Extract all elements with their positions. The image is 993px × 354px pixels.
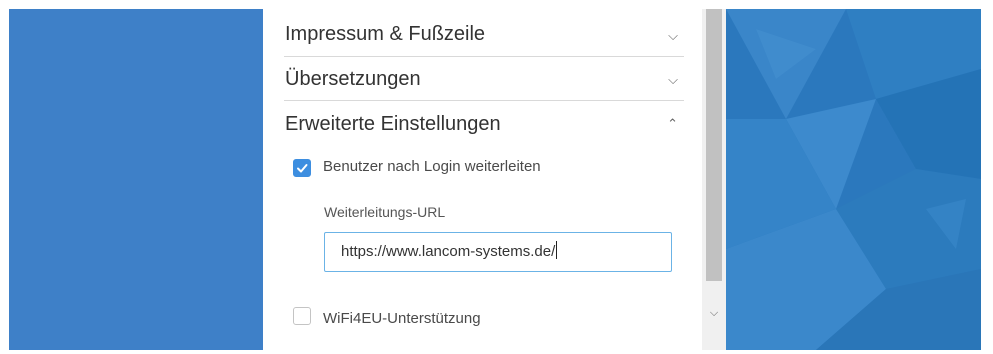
chevron-down-icon[interactable]: ⌵ [668, 29, 678, 44]
settings-panel: Impressum & Fußzeile ⌵ Übersetzungen ⌵ E… [263, 9, 702, 350]
background-right [726, 9, 981, 350]
section-impressum[interactable]: Impressum & Fußzeile ⌵ [284, 9, 684, 57]
chevron-up-icon[interactable]: ⌃ [667, 117, 678, 132]
scrollbar-thumb[interactable] [706, 9, 722, 281]
text-caret [556, 241, 558, 259]
section-title: Übersetzungen [285, 68, 421, 90]
section-translations[interactable]: Übersetzungen ⌵ [284, 56, 684, 101]
redirect-url-value: https://www.lancom-systems.de/ [341, 243, 556, 260]
section-title: Erweiterte Einstellungen [285, 113, 501, 135]
section-advanced[interactable]: Erweiterte Einstellungen ⌃ [284, 100, 684, 144]
scroll-down-arrow-icon[interactable]: ⌵ [702, 305, 726, 321]
wifi4eu-checkbox[interactable] [293, 307, 311, 325]
app-window: Impressum & Fußzeile ⌵ Übersetzungen ⌵ E… [9, 9, 981, 350]
panel-scrollbar[interactable]: ⌵ [702, 9, 726, 350]
redirect-checkbox-label[interactable]: Benutzer nach Login weiterleiten [323, 158, 541, 175]
section-title: Impressum & Fußzeile [285, 23, 486, 45]
wifi4eu-checkbox-label[interactable]: WiFi4EU-Unterstützung [323, 310, 481, 327]
checkmark-icon [297, 164, 308, 173]
redirect-checkbox[interactable] [293, 159, 311, 177]
redirect-url-label: Weiterleitungs-URL [324, 204, 446, 220]
redirect-url-input[interactable]: https://www.lancom-systems.de/ [324, 232, 672, 272]
background-left [9, 9, 263, 350]
chevron-down-icon[interactable]: ⌵ [668, 73, 678, 88]
